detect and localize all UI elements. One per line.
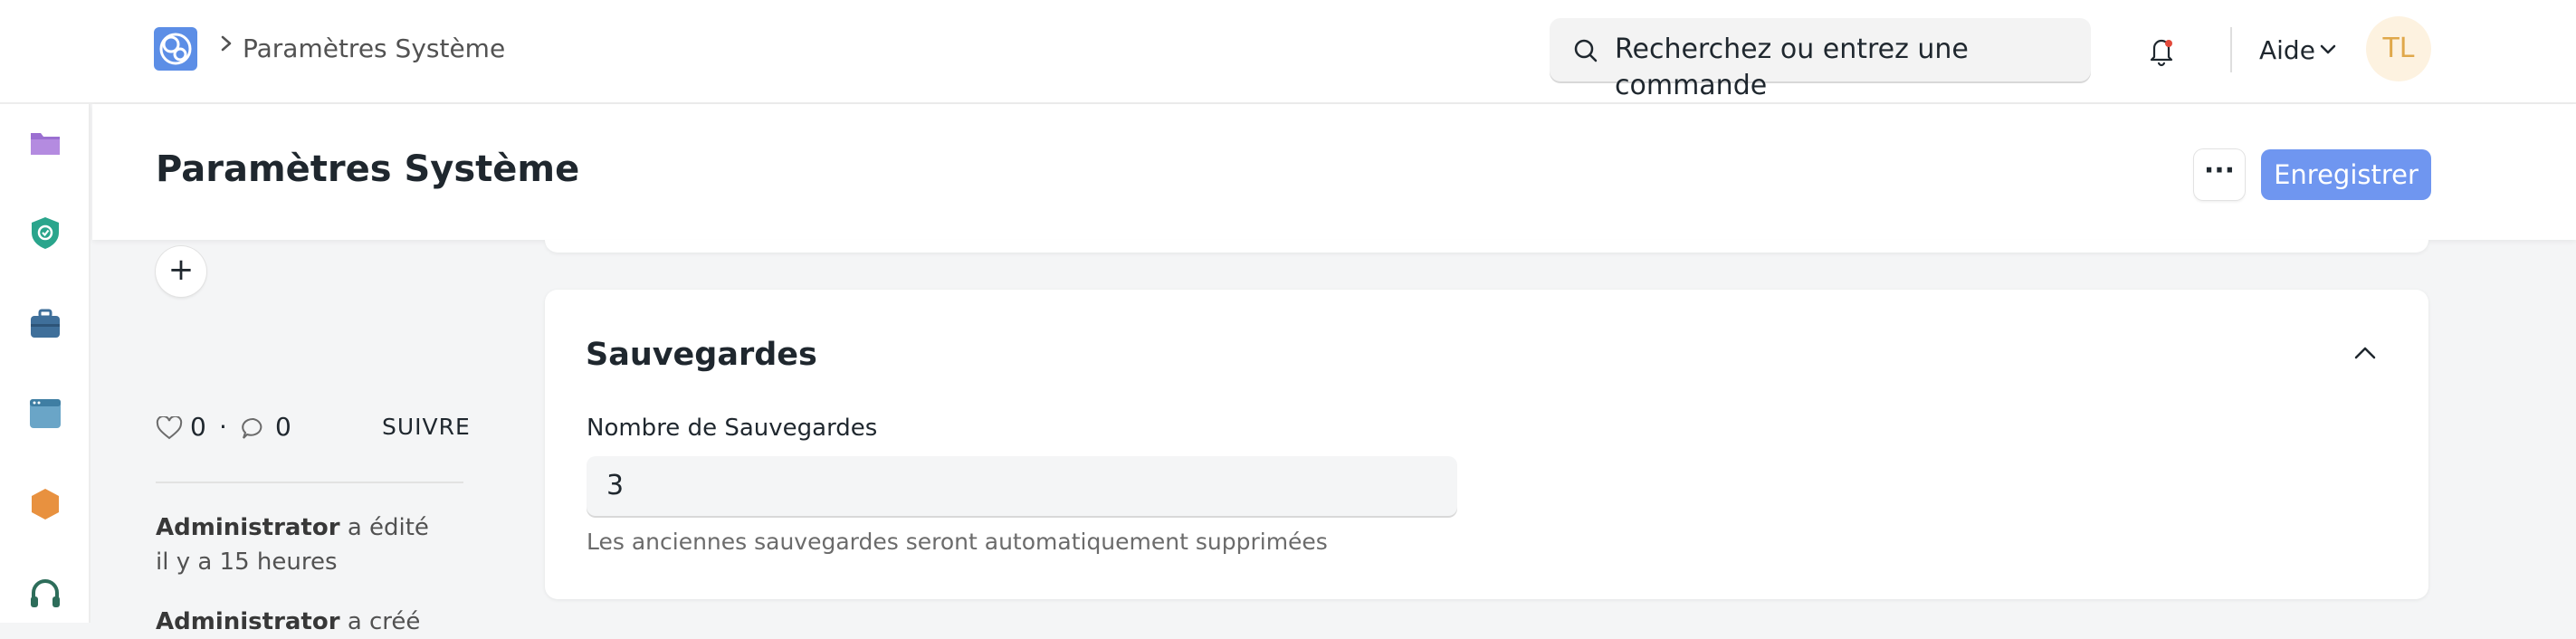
heart-icon[interactable] [156, 416, 183, 440]
app-logo[interactable] [154, 27, 197, 71]
headset-icon[interactable] [27, 577, 63, 613]
field-description: Les anciennes sauvegardes seront automat… [587, 529, 1328, 555]
backup-count-input[interactable]: 3 [587, 456, 1457, 516]
page-title: Paramètres Système [156, 148, 580, 190]
field-label: Nombre de Sauvegardes [587, 415, 878, 442]
comments-count: 0 [275, 412, 291, 442]
divider [156, 482, 463, 483]
avatar[interactable]: TL [2366, 16, 2431, 81]
backups-section: Sauvegardes Nombre de Sauvegardes 3 Les … [545, 290, 2428, 599]
hexagon-icon[interactable] [27, 486, 63, 522]
chevron-up-icon[interactable] [2353, 346, 2377, 360]
follow-button[interactable]: SUIVRE [382, 409, 471, 445]
search-input[interactable]: Recherchez ou entrez une commande [1615, 32, 2091, 104]
activity-user[interactable]: Administrator [156, 608, 340, 635]
activity-item: Administrator a créé [156, 605, 420, 639]
activity-time: il y a 15 heures [156, 548, 338, 576]
section-title: Sauvegardes [586, 337, 817, 373]
previous-section-card [545, 240, 2428, 253]
navbar-divider [2230, 27, 2232, 72]
notification-bell-icon[interactable] [2145, 34, 2178, 67]
notification-dot [2165, 40, 2172, 47]
stats-separator: · [219, 412, 227, 442]
search-bar[interactable]: Recherchez ou entrez une commande [1550, 18, 2091, 101]
search-icon [1574, 39, 1598, 62]
more-actions-button[interactable]: ··· [2194, 149, 2245, 200]
shield-check-icon[interactable] [27, 215, 63, 251]
add-button[interactable]: + [156, 246, 206, 297]
navbar: Paramètres Système Recherchez ou entrez … [0, 0, 2576, 104]
folder-icon[interactable] [27, 124, 63, 160]
chevron-down-icon[interactable] [2319, 43, 2337, 56]
activity-user[interactable]: Administrator [156, 514, 340, 541]
chevron-right-icon [221, 35, 232, 52]
comment-icon[interactable] [241, 416, 266, 440]
save-button[interactable]: Enregistrer [2261, 149, 2431, 200]
page-header: Paramètres Système ··· Enregistrer [92, 104, 2576, 240]
activity-action: a édité [347, 514, 429, 541]
help-menu[interactable]: Aide [2259, 33, 2315, 69]
breadcrumb[interactable]: Paramètres Système [243, 31, 505, 67]
activity-action: a créé [347, 608, 421, 635]
activity-item: Administrator a édité il y a 15 heures [156, 510, 429, 579]
browser-window-icon[interactable] [27, 396, 63, 432]
briefcase-icon[interactable] [27, 305, 63, 341]
likes-count: 0 [190, 412, 206, 442]
sidebar [0, 104, 91, 623]
